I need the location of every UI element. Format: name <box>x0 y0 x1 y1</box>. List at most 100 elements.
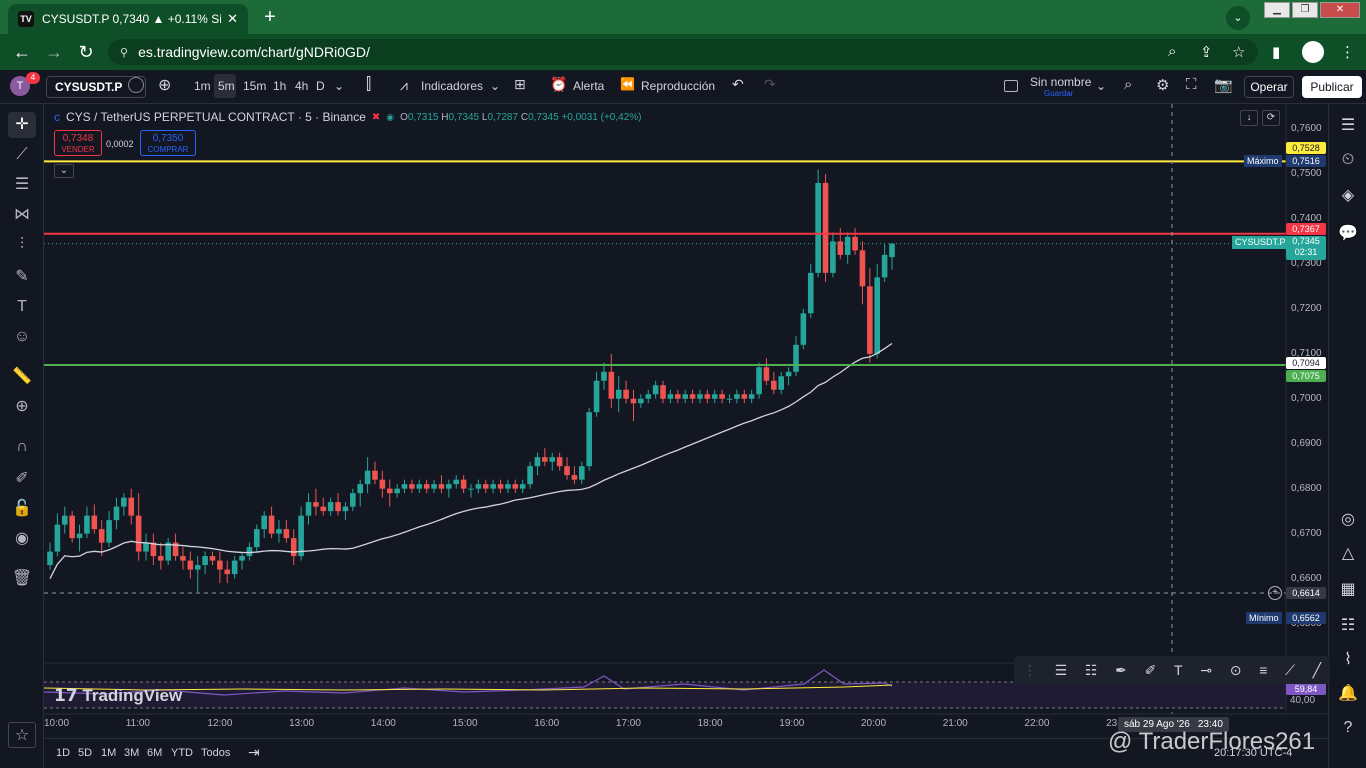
sidebar-icon[interactable]: ▮ <box>1272 43 1280 61</box>
range-6m[interactable]: 6M <box>147 747 162 759</box>
chrome-menu-icon[interactable]: ⋮ <box>1340 43 1355 61</box>
keep-drawing-icon[interactable]: ✐ <box>8 466 36 492</box>
maximize-icon[interactable]: ❐ <box>1292 2 1318 18</box>
layout-icon[interactable] <box>1004 80 1018 92</box>
ideas-icon[interactable]: △ <box>1336 542 1360 566</box>
collapse-legend-icon[interactable]: ⌄ <box>54 164 74 178</box>
sync-icon[interactable]: ⟳ <box>1262 110 1280 126</box>
timeframe-4h[interactable]: 4h <box>295 79 308 93</box>
replay-button[interactable]: Reproducción <box>641 79 715 93</box>
notifications-bell-icon[interactable]: 🔔 <box>1336 682 1360 706</box>
eye-icon[interactable]: ◉ <box>8 526 36 552</box>
redo-icon[interactable]: ↷ <box>764 76 776 93</box>
tradingview-logo[interactable]: 𝟭𝟳 TradingView <box>54 686 182 706</box>
range-3m[interactable]: 3M <box>124 747 139 759</box>
candle-type-icon[interactable]: ⫿ <box>366 76 371 94</box>
alert-button[interactable]: Alerta <box>573 79 604 93</box>
site-info-icon[interactable]: ⚲ <box>120 46 128 59</box>
range-1m[interactable]: 1M <box>101 747 116 759</box>
highlighter-icon[interactable]: ✐ <box>1145 662 1157 679</box>
publish-button[interactable]: Publicar <box>1302 76 1362 98</box>
back-icon[interactable]: ← <box>6 42 38 63</box>
price-chart[interactable] <box>44 104 1328 738</box>
ray-icon[interactable]: ⟋ <box>1285 662 1295 679</box>
save-layout-label[interactable]: Guardar <box>1044 89 1073 98</box>
ruler-icon[interactable]: 📏 <box>8 364 36 390</box>
indicators-dropdown-icon[interactable]: ⌄ <box>490 79 500 93</box>
minimize-icon[interactable]: ▁ <box>1264 2 1290 18</box>
camera-icon[interactable]: 📷 <box>1214 76 1233 94</box>
reload-icon[interactable]: ↻ <box>70 42 102 63</box>
timeframe-1m[interactable]: 1m <box>194 79 211 93</box>
range-all[interactable]: Todos <box>201 747 230 759</box>
help-icon[interactable]: ? <box>1336 716 1360 740</box>
add-symbol-icon[interactable]: ⊕ <box>158 75 171 95</box>
target-icon[interactable]: ◎ <box>1336 508 1360 532</box>
forward-icon[interactable]: → <box>38 42 70 63</box>
alert-clock-icon[interactable]: ⏰ <box>550 76 567 93</box>
horizontal-ray-icon[interactable]: ☰ <box>1055 662 1068 679</box>
lock-icon[interactable]: 🔓 <box>8 496 36 522</box>
news-icon[interactable]: ☷ <box>1336 614 1360 638</box>
parallel-channel-icon[interactable]: ☷ <box>1085 662 1098 679</box>
watchlist-icon[interactable]: ☰ <box>1336 114 1360 138</box>
magnet-icon[interactable]: ∩ <box>8 434 36 460</box>
legend-title[interactable]: CYS / TetherUS PERPETUAL CONTRACT · 5 · … <box>66 110 366 124</box>
forecast-icon[interactable]: ⫶ <box>8 232 36 258</box>
bookmark-star-icon[interactable]: ☆ <box>1232 43 1245 61</box>
emoji-icon[interactable]: ☺ <box>8 324 36 350</box>
brush-icon[interactable]: ✎ <box>8 264 36 290</box>
timeframe-1h[interactable]: 1h <box>273 79 286 93</box>
streams-icon[interactable]: ⌇ <box>1336 648 1360 672</box>
chat-icon[interactable]: 💬 <box>1336 222 1360 246</box>
range-ytd[interactable]: YTD <box>171 747 193 759</box>
compare-symbol-icon[interactable] <box>128 77 144 93</box>
lines-icon[interactable]: ≡ <box>1259 662 1267 678</box>
horizontal-line-icon[interactable]: ⊸ <box>1200 662 1212 679</box>
settings-gear-icon[interactable]: ⚙ <box>1156 76 1169 94</box>
alerts-clock-icon[interactable]: ⏲ <box>1336 148 1360 172</box>
text-tool-icon[interactable]: T <box>8 294 36 320</box>
calendar-icon[interactable]: ▦ <box>1336 578 1360 602</box>
pen-icon[interactable]: ✒ <box>1115 662 1127 679</box>
sell-button[interactable]: 0,7348 VENDER <box>54 130 102 156</box>
url-field[interactable]: ⚲ es.tradingview.com/chart/gNDRi0GD/ <box>108 39 1258 65</box>
fullscreen-icon[interactable]: ⛶ <box>1186 76 1197 93</box>
pattern-icon[interactable]: ⋈ <box>8 202 36 228</box>
crosshair-icon[interactable]: ✛ <box>8 112 36 138</box>
add-alert-plus-icon[interactable]: + <box>1268 586 1282 600</box>
trend-line-icon[interactable]: ⟋ <box>8 142 36 168</box>
circle-icon[interactable]: ⊙ <box>1230 662 1242 679</box>
close-tab-icon[interactable]: ✕ <box>227 11 238 27</box>
operar-button[interactable]: Operar <box>1244 76 1294 98</box>
undo-icon[interactable]: ↶ <box>732 76 744 93</box>
tab-search-icon[interactable]: ⌄ <box>1226 6 1250 30</box>
range-1d[interactable]: 1D <box>56 747 70 759</box>
fib-retracement-icon[interactable]: ☰ <box>8 172 36 198</box>
extended-line-icon[interactable]: ╱ <box>1313 662 1321 679</box>
replay-icon[interactable]: ⏪ <box>620 77 635 91</box>
share-icon[interactable]: ⇪ <box>1200 43 1213 61</box>
drag-handle-icon[interactable]: ⋮ <box>1023 662 1037 679</box>
favorites-star-icon[interactable]: ☆ <box>8 722 36 748</box>
quick-search-icon[interactable]: ⌕ <box>1124 76 1132 93</box>
text-icon[interactable]: T <box>1174 662 1183 678</box>
timeframe-15m[interactable]: 15m <box>243 79 266 93</box>
profile-avatar[interactable] <box>1302 41 1324 63</box>
close-window-icon[interactable]: ✕ <box>1320 2 1360 18</box>
layout-dropdown-icon[interactable]: ⌄ <box>1096 79 1106 93</box>
scroll-down-icon[interactable]: ↓ <box>1240 110 1258 126</box>
date-range-icon[interactable]: ⇥ <box>248 744 260 761</box>
buy-button[interactable]: 0,7350 COMPRAR <box>140 130 196 156</box>
new-tab-button[interactable]: + <box>258 6 282 28</box>
layouts-icon[interactable]: ⊞ <box>514 76 526 93</box>
layout-name[interactable]: Sin nombre <box>1030 75 1091 89</box>
zoom-in-icon[interactable]: ⊕ <box>8 394 36 420</box>
layers-icon[interactable]: ◈ <box>1336 184 1360 208</box>
indicators-button[interactable]: Indicadores <box>421 79 483 93</box>
timeframe-dropdown-icon[interactable]: ⌄ <box>334 79 344 93</box>
zoom-icon[interactable]: ⌕ <box>1168 43 1176 60</box>
range-5d[interactable]: 5D <box>78 747 92 759</box>
browser-tab[interactable]: TV CYSUSDT.P 0,7340 ▲ +0.11% Sin ✕ <box>8 4 248 34</box>
timeframe-d[interactable]: D <box>316 79 325 93</box>
